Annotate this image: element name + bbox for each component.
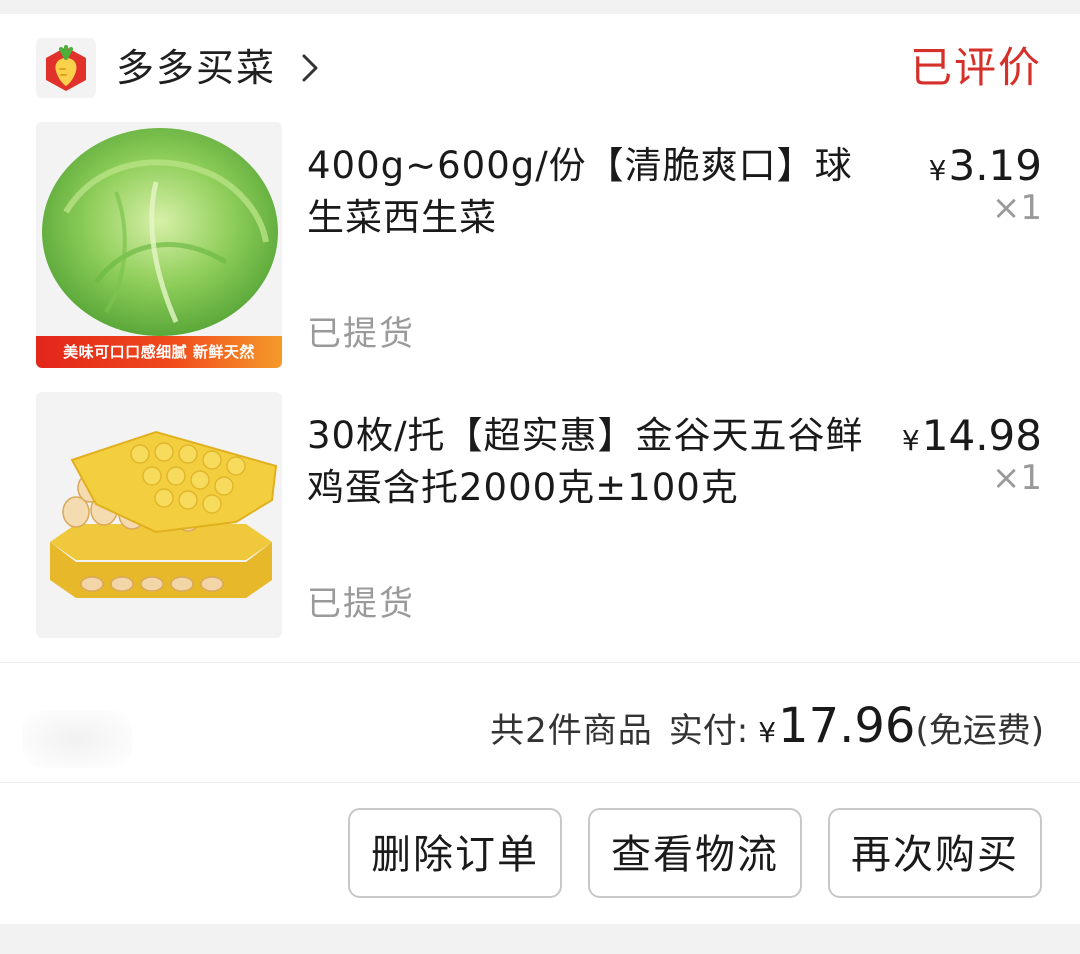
currency-symbol: ¥ xyxy=(928,154,947,187)
paid-label: 实付: xyxy=(668,711,749,751)
delete-order-button[interactable]: 删除订单 xyxy=(348,808,562,898)
view-logistics-button[interactable]: 查看物流 xyxy=(588,808,802,898)
blurred-decoration xyxy=(22,710,132,768)
divider xyxy=(0,782,1080,783)
pickup-status: 已提货 xyxy=(307,314,415,354)
divider xyxy=(0,662,1080,663)
order-card: 多多买菜 已评价 美味可口口感细腻 新鲜天然 400g~600g/份【清脆爽口】… xyxy=(0,14,1080,924)
order-summary: 共2件商品 实付: ¥ 17.96 (免运费) xyxy=(490,698,1044,758)
product-title[interactable]: 400g~600g/份【清脆爽口】球生菜西生菜 xyxy=(307,140,887,244)
product-title[interactable]: 30枚/托【超实惠】金谷天五谷鲜鸡蛋含托2000克±100克 xyxy=(307,410,887,514)
product-quantity: ×1 xyxy=(991,458,1042,498)
product-quantity: ×1 xyxy=(991,188,1042,228)
chevron-right-icon[interactable] xyxy=(292,50,328,86)
buy-again-button[interactable]: 再次购买 xyxy=(828,808,1042,898)
pickup-status: 已提货 xyxy=(307,584,415,624)
shop-logo-icon[interactable] xyxy=(36,38,96,98)
item-count: 共2件商品 xyxy=(490,711,653,751)
order-status: 已评价 xyxy=(909,43,1042,92)
currency-symbol: ¥ xyxy=(758,716,777,749)
shop-name[interactable]: 多多买菜 xyxy=(116,42,276,94)
product-image-eggs[interactable] xyxy=(36,392,282,638)
price-value: 3.19 xyxy=(948,141,1042,190)
total-amount: 17.96 xyxy=(778,698,916,754)
product-image-tag: 美味可口口感细腻 新鲜天然 xyxy=(36,336,282,368)
currency-symbol: ¥ xyxy=(901,424,920,457)
product-image-lettuce[interactable]: 美味可口口感细腻 新鲜天然 xyxy=(36,122,282,368)
shipping-note: (免运费) xyxy=(915,711,1044,751)
price-value: 14.98 xyxy=(921,411,1042,460)
